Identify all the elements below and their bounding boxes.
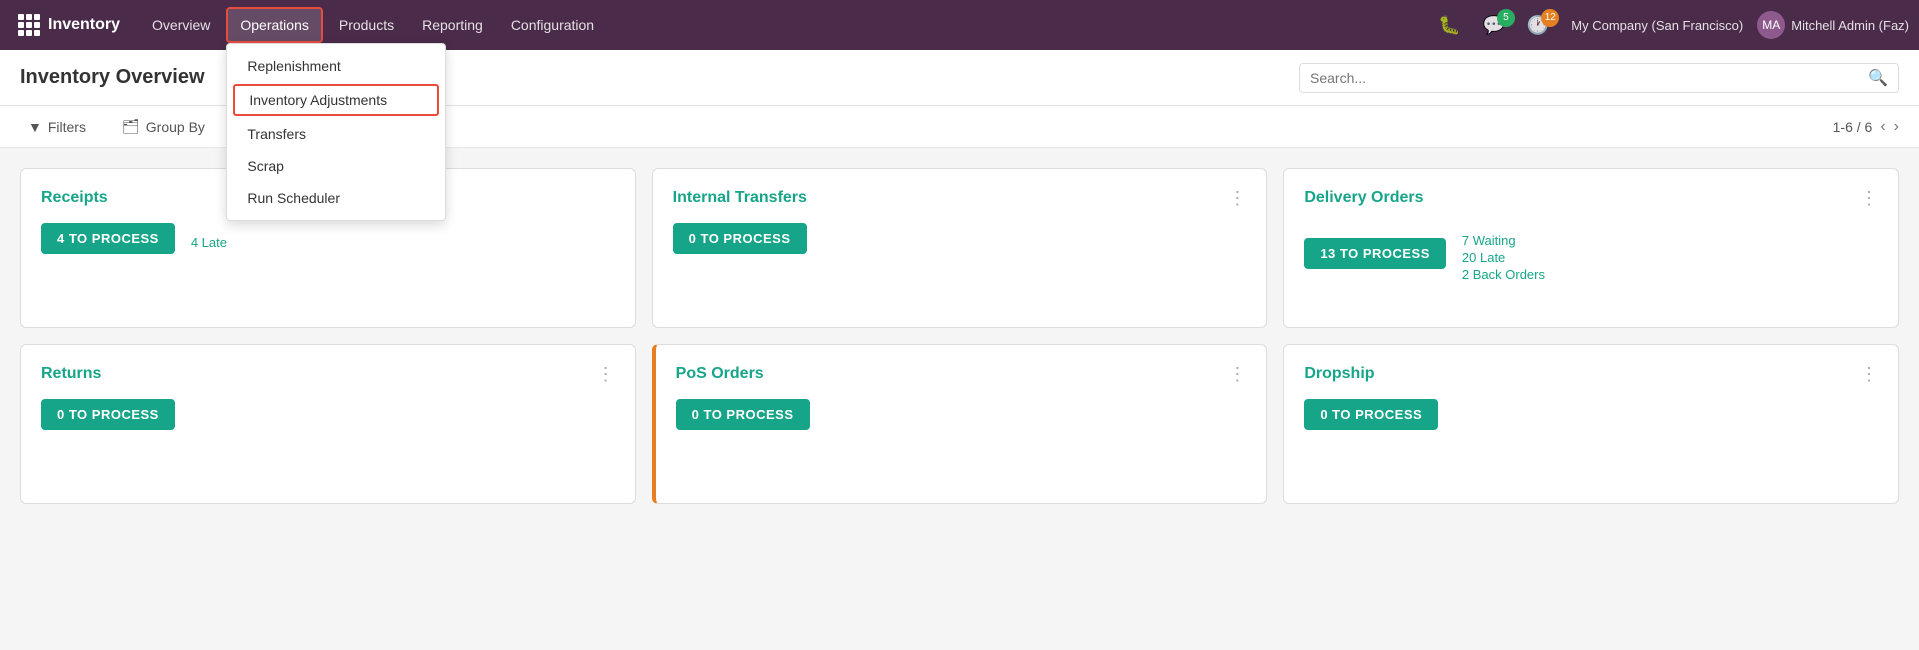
navbar-right: 🐛 💬 5 🕐 12 My Company (San Francisco) MA… — [1430, 11, 1909, 40]
dropdown-replenishment[interactable]: Replenishment — [227, 50, 445, 82]
user-profile[interactable]: MA Mitchell Admin (Faz) — [1757, 11, 1909, 39]
card-action-row-pos-orders: 0 TO PROCESS — [676, 399, 1247, 430]
card-menu-delivery-orders[interactable]: ⋮ — [1860, 189, 1878, 207]
card-info-item: 2 Back Orders — [1462, 267, 1545, 282]
layers-icon: 🗂 — [122, 118, 140, 135]
process-btn-delivery-orders[interactable]: 13 TO PROCESS — [1304, 238, 1446, 269]
card-delivery-orders: Delivery Orders ⋮ 13 TO PROCESS 7 Waiting 20… — [1283, 168, 1899, 328]
search-icon[interactable]: 🔍 — [1868, 68, 1888, 88]
card-menu-returns[interactable]: ⋮ — [597, 365, 615, 383]
pagination: 1-6 / 6 ‹ › — [1833, 118, 1899, 136]
dropdown-transfers[interactable]: Transfers — [227, 118, 445, 150]
avatar: MA — [1757, 11, 1785, 39]
card-title-receipts: Receipts — [41, 189, 108, 207]
pagination-count: 1-6 / 6 — [1833, 119, 1873, 135]
page-title: Inventory Overview — [20, 66, 205, 89]
bug-icon-btn[interactable]: 🐛 — [1430, 11, 1468, 40]
card-title-delivery-orders: Delivery Orders — [1304, 189, 1423, 207]
activity-icon-btn[interactable]: 🕐 12 — [1519, 11, 1557, 40]
process-btn-returns[interactable]: 0 TO PROCESS — [41, 399, 175, 430]
nav-operations[interactable]: Operations — [226, 7, 322, 43]
card-info-item: 20 Late — [1462, 250, 1545, 265]
process-btn-pos-orders[interactable]: 0 TO PROCESS — [676, 399, 810, 430]
card-title-internal-transfers: Internal Transfers — [673, 189, 807, 207]
chat-badge: 5 — [1497, 9, 1515, 27]
nav-reporting[interactable]: Reporting — [410, 9, 495, 41]
search-input[interactable] — [1310, 70, 1868, 86]
card-action-row-internal-transfers: 0 TO PROCESS — [673, 223, 1247, 254]
filters-button[interactable]: ▼ Filters — [20, 115, 94, 139]
card-action-row-delivery-orders: 13 TO PROCESS 7 Waiting 20 Late 2 Back Orde… — [1304, 223, 1878, 284]
filters-label: Filters — [48, 119, 86, 135]
process-btn-dropship[interactable]: 0 TO PROCESS — [1304, 399, 1438, 430]
card-dropship: Dropship ⋮ 0 TO PROCESS — [1283, 344, 1899, 504]
app-brand[interactable]: Inventory — [10, 14, 128, 36]
dropdown-inventory-adjustments[interactable]: Inventory Adjustments — [233, 84, 439, 116]
card-header-pos-orders: PoS Orders ⋮ — [676, 365, 1247, 399]
nav-products[interactable]: Products — [327, 9, 406, 41]
nav-overview[interactable]: Overview — [140, 9, 222, 41]
dropdown-scrap[interactable]: Scrap — [227, 150, 445, 182]
card-header-delivery-orders: Delivery Orders ⋮ — [1304, 189, 1878, 223]
card-info-item: 7 Waiting — [1462, 233, 1545, 248]
main-content: Receipts 4 TO PROCESS 4 Late Internal Trans… — [0, 148, 1919, 648]
card-action-row-receipts: 4 TO PROCESS 4 Late — [41, 223, 615, 254]
card-header-internal-transfers: Internal Transfers ⋮ — [673, 189, 1247, 223]
card-title-pos-orders: PoS Orders — [676, 365, 764, 383]
card-internal-transfers: Internal Transfers ⋮ 0 TO PROCESS — [652, 168, 1268, 328]
company-name[interactable]: My Company (San Francisco) — [1563, 18, 1751, 33]
card-info-item: 4 Late — [191, 235, 227, 250]
group-by-label: Group By — [146, 119, 205, 135]
card-action-row-dropship: 0 TO PROCESS — [1304, 399, 1878, 430]
process-btn-receipts[interactable]: 4 TO PROCESS — [41, 223, 175, 254]
nav-operations-container: Operations Replenishment Inventory Adjus… — [226, 7, 322, 43]
process-btn-internal-transfers[interactable]: 0 TO PROCESS — [673, 223, 807, 254]
activity-badge: 12 — [1541, 9, 1559, 27]
next-page-button[interactable]: › — [1894, 118, 1899, 136]
card-header-dropship: Dropship ⋮ — [1304, 365, 1878, 399]
card-header-returns: Returns ⋮ — [41, 365, 615, 399]
card-returns: Returns ⋮ 0 TO PROCESS — [20, 344, 636, 504]
dropdown-run-scheduler[interactable]: Run Scheduler — [227, 182, 445, 214]
operations-dropdown: Replenishment Inventory Adjustments Tran… — [226, 43, 446, 221]
grid-icon — [18, 14, 40, 36]
card-info-receipts: 4 Late — [191, 235, 227, 252]
brand-label: Inventory — [48, 16, 120, 34]
filter-icon: ▼ — [28, 119, 42, 135]
card-title-dropship: Dropship — [1304, 365, 1374, 383]
card-title-returns: Returns — [41, 365, 101, 383]
card-menu-pos-orders[interactable]: ⋮ — [1228, 365, 1246, 383]
card-info-delivery-orders: 7 Waiting 20 Late 2 Back Orders — [1462, 233, 1545, 284]
card-menu-dropship[interactable]: ⋮ — [1860, 365, 1878, 383]
chat-icon-btn[interactable]: 💬 5 — [1474, 11, 1512, 40]
card-pos-orders: PoS Orders ⋮ 0 TO PROCESS — [652, 344, 1268, 504]
prev-page-button[interactable]: ‹ — [1880, 118, 1885, 136]
navbar: Inventory Overview Operations Replenishm… — [0, 0, 1919, 50]
group-by-button[interactable]: 🗂 Group By — [114, 114, 213, 139]
card-action-row-returns: 0 TO PROCESS — [41, 399, 615, 430]
nav-configuration[interactable]: Configuration — [499, 9, 606, 41]
user-name-label: Mitchell Admin (Faz) — [1791, 18, 1909, 33]
card-menu-internal-transfers[interactable]: ⋮ — [1228, 189, 1246, 207]
